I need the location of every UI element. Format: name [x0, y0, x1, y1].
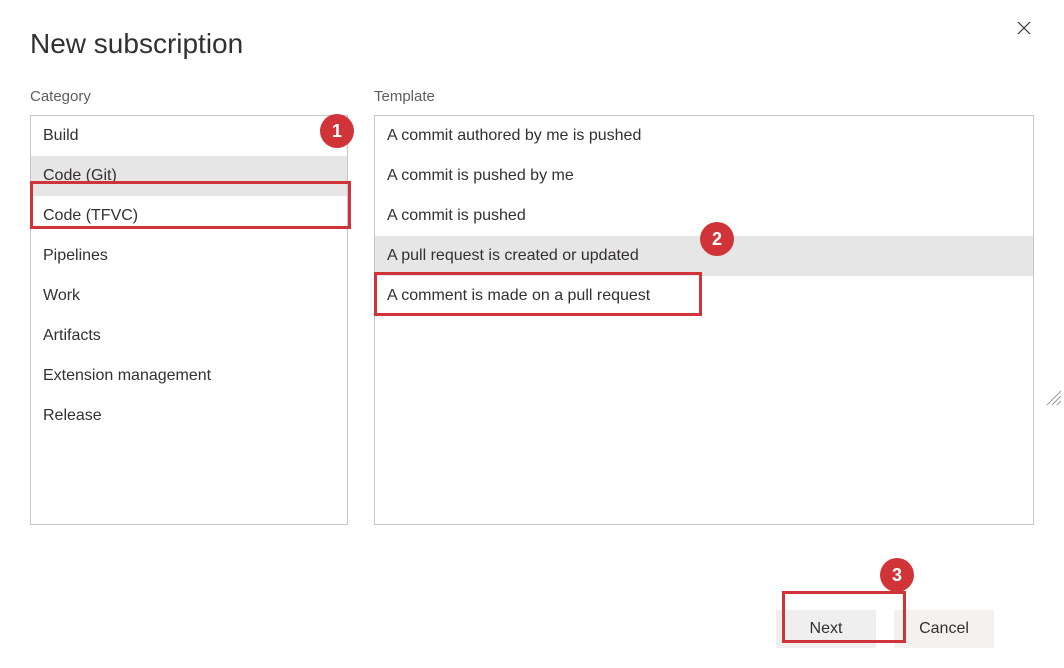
category-item[interactable]: Build: [31, 116, 347, 156]
template-column: Template A commit authored by me is push…: [374, 88, 1034, 586]
category-label: Category: [30, 88, 348, 105]
close-icon: [1017, 21, 1031, 35]
columns: Category BuildCode (Git)Code (TFVC)Pipel…: [30, 88, 1034, 586]
dialog-footer: Next Cancel: [30, 586, 1034, 648]
new-subscription-dialog: New subscription Category BuildCode (Git…: [0, 0, 1064, 668]
cancel-button[interactable]: Cancel: [894, 610, 994, 648]
category-item[interactable]: Extension management: [31, 356, 347, 396]
category-item[interactable]: Artifacts: [31, 316, 347, 356]
category-item[interactable]: Code (Git): [31, 156, 347, 196]
category-column: Category BuildCode (Git)Code (TFVC)Pipel…: [30, 88, 348, 586]
template-item[interactable]: A comment is made on a pull request: [375, 276, 1033, 316]
category-list[interactable]: BuildCode (Git)Code (TFVC)PipelinesWorkA…: [30, 115, 348, 525]
dialog-title: New subscription: [30, 28, 1034, 60]
template-item[interactable]: A commit is pushed: [375, 196, 1033, 236]
category-item[interactable]: Code (TFVC): [31, 196, 347, 236]
template-item[interactable]: A commit is pushed by me: [375, 156, 1033, 196]
category-item[interactable]: Release: [31, 396, 347, 436]
category-item[interactable]: Work: [31, 276, 347, 316]
template-item[interactable]: A commit authored by me is pushed: [375, 116, 1033, 156]
category-item[interactable]: Pipelines: [31, 236, 347, 276]
template-list[interactable]: A commit authored by me is pushedA commi…: [374, 115, 1034, 525]
template-item[interactable]: A pull request is created or updated: [375, 236, 1033, 276]
close-button[interactable]: [1012, 16, 1036, 40]
next-button[interactable]: Next: [776, 610, 876, 648]
template-label: Template: [374, 88, 1034, 105]
